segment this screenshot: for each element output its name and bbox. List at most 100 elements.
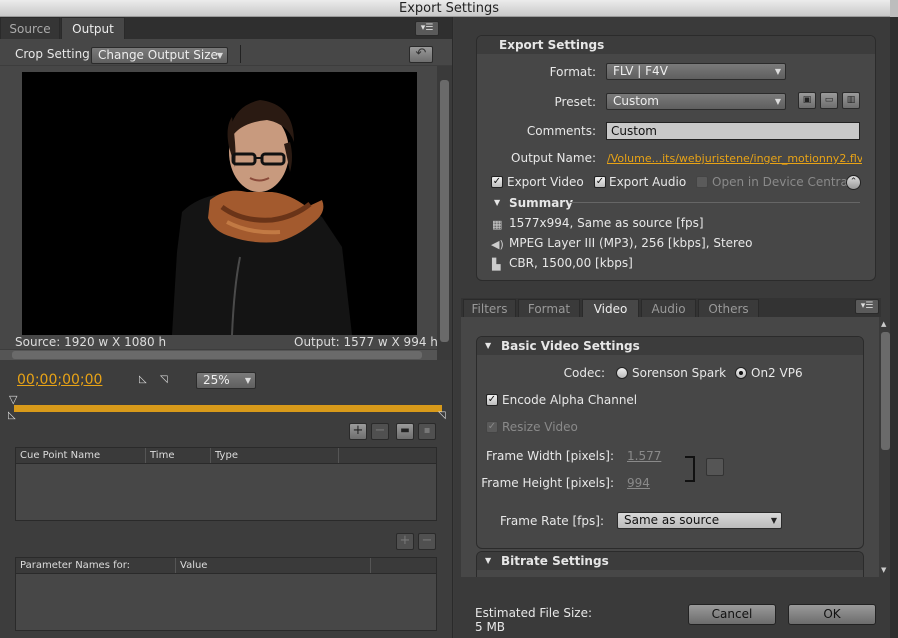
- in-point-marker-icon[interactable]: ◺: [8, 410, 16, 421]
- zoom-value: 25%: [203, 373, 230, 387]
- delete-preset-button[interactable]: ▥: [842, 92, 860, 109]
- column-header[interactable]: Type: [211, 448, 339, 463]
- estimated-size-value: 5 MB: [475, 620, 506, 634]
- column-header[interactable]: Value: [176, 558, 371, 573]
- video-summary-icon: ▦: [492, 218, 503, 231]
- folder-icon: ▭: [824, 95, 834, 105]
- parameters-table[interactable]: Parameter Names for: Value: [15, 557, 437, 631]
- column-header[interactable]: Time: [146, 448, 211, 463]
- panel-menu-button[interactable]: ▾☰: [415, 21, 439, 36]
- preset-label: Preset:: [554, 95, 596, 109]
- save-icon: ▣: [802, 95, 812, 105]
- save-cue-points-button[interactable]: ▪: [418, 423, 436, 440]
- tab-video[interactable]: Video: [582, 299, 639, 317]
- column-header[interactable]: Cue Point Name: [16, 448, 146, 463]
- export-audio-checkbox[interactable]: ✓: [594, 176, 606, 188]
- export-settings-header: Export Settings: [477, 36, 875, 54]
- settings-menu-button[interactable]: ▾☰: [855, 299, 879, 314]
- tab-others[interactable]: Others: [698, 299, 759, 317]
- codec-sorenson-radio[interactable]: [616, 367, 628, 379]
- load-cue-points-button[interactable]: ▬: [396, 423, 414, 440]
- scroll-thumb[interactable]: [12, 351, 422, 359]
- format-dropdown[interactable]: FLV | F4V ▼: [606, 63, 786, 80]
- chevron-down-icon: ▼: [216, 51, 223, 60]
- codec-label: Codec:: [563, 366, 605, 380]
- resize-video-checkbox[interactable]: ✓: [486, 421, 498, 433]
- add-cue-point-button[interactable]: +: [349, 423, 367, 440]
- codec-on2vp6-label: On2 VP6: [751, 366, 803, 380]
- scroll-thumb[interactable]: [881, 332, 890, 450]
- crop-setting-dropdown[interactable]: Change Output Size ▼: [91, 47, 228, 64]
- export-video-checkbox[interactable]: ✓: [491, 176, 503, 188]
- constrain-proportions-toggle[interactable]: [706, 458, 724, 476]
- collapse-summary-icon[interactable]: ⌃: [846, 175, 861, 190]
- window-title: Export Settings: [398, 1, 499, 16]
- undo-crop-button[interactable]: ↶: [409, 46, 433, 63]
- export-settings-title: Export Settings: [499, 38, 605, 52]
- import-preset-button[interactable]: ▭: [820, 92, 838, 109]
- preset-value: Custom: [613, 94, 659, 108]
- tab-audio[interactable]: Audio: [641, 299, 696, 317]
- output-name-link[interactable]: /Volume...its/webjuristene/inger_motionn…: [607, 152, 862, 165]
- back-arrow-icon: ↶: [415, 46, 427, 61]
- format-value: FLV | F4V: [613, 64, 668, 78]
- set-out-point-icon[interactable]: ◹: [160, 374, 168, 385]
- window-edge: [890, 17, 898, 638]
- column-header[interactable]: Parameter Names for:: [16, 558, 176, 573]
- scroll-down-arrow-icon[interactable]: ▼: [881, 566, 886, 574]
- save-preset-button[interactable]: ▣: [798, 92, 816, 109]
- bitrate-summary-icon: ▙: [492, 258, 501, 271]
- preview-horizontal-scrollbar[interactable]: [0, 350, 437, 360]
- crop-setting-label: Crop Setting: [15, 47, 90, 61]
- comments-label: Comments:: [526, 124, 596, 138]
- playhead-icon[interactable]: ▽: [9, 393, 17, 406]
- basic-video-settings-header[interactable]: ▼ Basic Video Settings: [477, 337, 863, 355]
- basic-video-settings-title: Basic Video Settings: [501, 339, 640, 353]
- crop-setting-value: Change Output Size: [98, 48, 218, 62]
- frame-height-field[interactable]: 994: [627, 476, 650, 490]
- cue-points-table[interactable]: Cue Point Name Time Type: [15, 447, 437, 521]
- video-preview: [22, 72, 417, 335]
- frame-width-field[interactable]: 1.577: [627, 449, 661, 463]
- frame-rate-value: Same as source: [624, 513, 720, 527]
- comments-field[interactable]: Custom: [606, 122, 860, 140]
- bitrate-settings-header[interactable]: ▼ Bitrate Settings: [477, 552, 863, 570]
- aspect-link-bracket: [685, 456, 695, 482]
- tab-source[interactable]: Source: [0, 17, 60, 39]
- timecode-display[interactable]: 00;00;00;00: [17, 372, 102, 388]
- timeline[interactable]: ▽ ◺ ◹: [8, 393, 446, 423]
- tab-filters[interactable]: Filters: [463, 299, 516, 317]
- encode-alpha-checkbox[interactable]: ✓: [486, 394, 498, 406]
- preset-dropdown[interactable]: Custom ▼: [606, 93, 786, 110]
- chevron-down-icon: ▼: [770, 516, 777, 525]
- ok-button[interactable]: OK: [788, 604, 876, 625]
- chevron-down-icon: ▼: [774, 97, 781, 106]
- window-titlebar: Export Settings: [0, 0, 898, 17]
- set-in-point-icon[interactable]: ◺: [139, 374, 147, 385]
- zoom-dropdown[interactable]: 25% ▼: [196, 372, 256, 389]
- cancel-button[interactable]: Cancel: [688, 604, 776, 625]
- remove-cue-point-button[interactable]: −: [371, 423, 389, 440]
- timeline-bar[interactable]: [14, 405, 442, 412]
- remove-parameter-button[interactable]: −: [418, 533, 436, 550]
- tab-output[interactable]: Output: [61, 17, 125, 39]
- summary-bitrate-line: CBR, 1500,00 [kbps]: [509, 256, 633, 270]
- output-name-label: Output Name:: [511, 151, 596, 165]
- estimated-size-label: Estimated File Size:: [475, 606, 593, 620]
- frame-rate-label: Frame Rate [fps]:: [499, 514, 604, 528]
- person-image: [22, 72, 417, 335]
- scroll-up-arrow-icon[interactable]: ▲: [881, 320, 886, 328]
- summary-triangle-icon[interactable]: ▼: [494, 198, 500, 207]
- summary-audio-line: MPEG Layer III (MP3), 256 [kbps], Stereo: [509, 236, 753, 250]
- table-header: Parameter Names for: Value: [16, 558, 436, 574]
- output-info: Output: 1577 w X 994 h: [294, 335, 438, 349]
- scroll-thumb[interactable]: [440, 80, 449, 342]
- open-device-central-checkbox[interactable]: [696, 176, 708, 188]
- add-parameter-button[interactable]: +: [396, 533, 414, 550]
- preview-vertical-scrollbar[interactable]: [437, 66, 452, 360]
- frame-rate-dropdown[interactable]: Same as source ▼: [617, 512, 782, 529]
- open-device-central-label: Open in Device Central: [712, 175, 852, 189]
- codec-on2vp6-radio[interactable]: [735, 367, 747, 379]
- tab-format[interactable]: Format: [518, 299, 580, 317]
- out-point-marker-icon[interactable]: ◹: [438, 410, 446, 421]
